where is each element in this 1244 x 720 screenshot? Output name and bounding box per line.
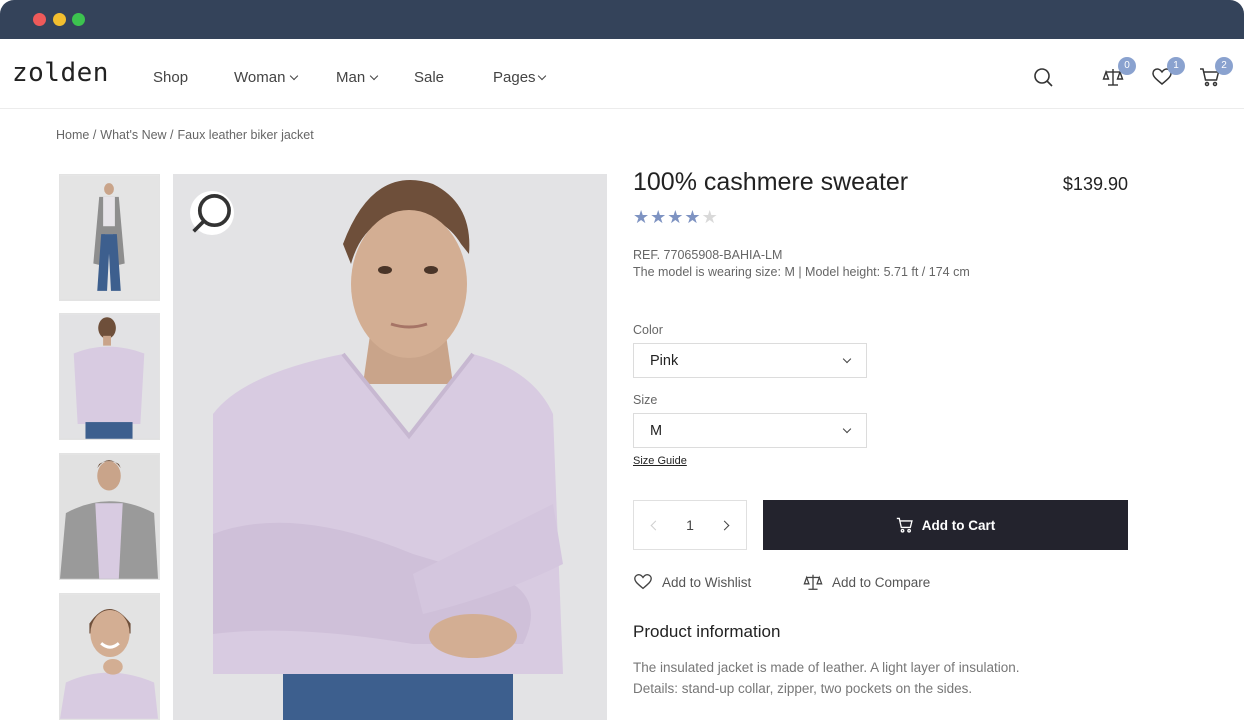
chevron-left-icon <box>650 520 660 530</box>
star-icon: ★ <box>701 207 719 227</box>
heart-icon <box>634 574 652 590</box>
add-to-compare-button[interactable]: Add to Compare <box>803 572 930 592</box>
product-information-text: The insulated jacket is made of leather.… <box>633 657 1103 699</box>
chevron-down-icon <box>369 71 379 80</box>
thumbnail-1[interactable] <box>59 174 160 301</box>
nav-item-label: Sale <box>414 69 445 86</box>
add-to-compare-label: Add to Compare <box>832 574 931 590</box>
cart-count-badge: 2 <box>1215 57 1233 75</box>
decrease-quantity-button[interactable] <box>648 518 662 532</box>
maximize-window-button[interactable] <box>72 13 85 26</box>
chevron-down-icon <box>842 354 852 363</box>
nav-item-label: Woman <box>234 69 286 86</box>
star-icon: ★ <box>684 207 702 227</box>
nav-item-label: Man <box>336 69 366 86</box>
add-to-wishlist-button[interactable]: Add to Wishlist <box>633 572 751 592</box>
size-select[interactable]: M <box>633 413 867 448</box>
scale-icon <box>803 574 823 590</box>
site-header: zolden Shop Woman Man Sale Pages 0 1 2 <box>0 39 1244 109</box>
model-info: The model is wearing size: M | Model hei… <box>633 265 970 279</box>
minimize-window-button[interactable] <box>53 13 66 26</box>
thumbnail-3[interactable] <box>59 453 160 580</box>
product-photo-thumbnail <box>60 175 159 300</box>
cart-icon <box>896 517 913 533</box>
product-rating: ★★★★★ <box>633 207 719 228</box>
breadcrumb-home[interactable]: Home / <box>56 128 96 142</box>
size-guide-link[interactable]: Size Guide <box>633 455 687 467</box>
thumbnail-2[interactable] <box>59 313 160 440</box>
chevron-down-icon <box>842 424 852 433</box>
chevron-right-icon <box>720 520 730 530</box>
color-select-value: Pink <box>650 352 679 369</box>
breadcrumb: Home / What's New / Faux leather biker j… <box>56 128 314 142</box>
product-title: 100% cashmere sweater <box>633 168 909 196</box>
nav-item-man[interactable]: Man <box>336 69 379 86</box>
chevron-down-icon <box>537 71 546 80</box>
nav-item-woman[interactable]: Woman <box>234 69 299 86</box>
breadcrumb-current: Faux leather biker jacket <box>177 128 314 142</box>
product-ref: REF. 77065908-BAHIA-LM <box>633 248 783 262</box>
product-price: $139.90 <box>1062 174 1128 194</box>
nav-item-label: Pages <box>493 69 536 86</box>
color-select[interactable]: Pink <box>633 343 867 378</box>
chevron-down-icon <box>290 71 299 80</box>
product-information-line: The insulated jacket is made of leather.… <box>633 660 1020 675</box>
search-icon <box>192 194 231 233</box>
star-icon: ★ <box>667 207 685 227</box>
increase-quantity-button[interactable] <box>718 518 732 532</box>
main-product-image[interactable] <box>173 174 607 720</box>
add-to-cart-label: Add to Cart <box>921 517 996 533</box>
breadcrumb-whats-new[interactable]: What's New / <box>100 128 173 142</box>
wishlist-count-badge: 1 <box>1167 57 1185 75</box>
star-icon: ★ <box>633 207 651 227</box>
nav-item-pages[interactable]: Pages <box>493 69 546 86</box>
quantity-value[interactable]: 1 <box>686 517 694 533</box>
product-photo <box>173 174 607 720</box>
add-to-cart-button[interactable]: Add to Cart <box>763 500 1128 550</box>
size-label: Size <box>633 393 658 407</box>
nav-item-sale[interactable]: Sale <box>414 69 444 86</box>
size-select-value: M <box>650 422 663 439</box>
color-label: Color <box>633 323 663 337</box>
cart-button[interactable]: 2 <box>1199 57 1233 88</box>
thumbnail-4[interactable] <box>59 593 160 720</box>
product-information-line: Details: stand-up collar, zipper, two po… <box>633 681 973 696</box>
product-photo-thumbnail <box>60 594 159 719</box>
logo[interactable]: zolden <box>12 58 109 88</box>
product-information-heading: Product information <box>633 622 781 641</box>
star-icon: ★ <box>650 207 668 227</box>
search-icon[interactable] <box>1032 66 1054 88</box>
close-window-button[interactable] <box>33 13 46 26</box>
window-titlebar <box>0 0 1244 39</box>
compare-count-badge: 0 <box>1118 57 1136 75</box>
compare-button[interactable]: 0 <box>1102 57 1136 88</box>
add-to-wishlist-label: Add to Wishlist <box>662 574 752 590</box>
zoom-button[interactable] <box>190 191 234 235</box>
quantity-stepper: 1 <box>633 500 747 550</box>
nav-item-label: Shop <box>153 69 189 86</box>
wishlist-button[interactable]: 1 <box>1151 57 1185 88</box>
product-photo-thumbnail <box>60 314 159 439</box>
product-photo-thumbnail <box>60 454 159 579</box>
nav-item-shop[interactable]: Shop <box>153 69 188 86</box>
